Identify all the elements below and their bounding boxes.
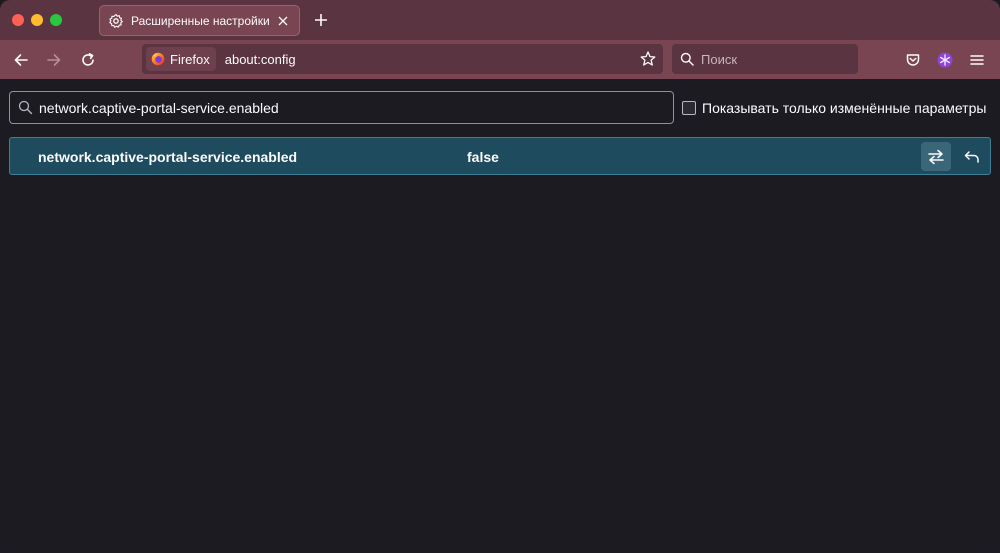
search-placeholder: Поиск xyxy=(701,51,738,67)
tab-title: Расширенные настройки xyxy=(131,13,270,28)
table-row[interactable]: network.captive-portal-service.enabled f… xyxy=(9,137,991,175)
show-modified-toggle[interactable]: Показывать только изменённые параметры xyxy=(682,100,986,116)
navigation-toolbar: Firefox about:config Поиск xyxy=(0,40,1000,79)
undo-icon xyxy=(964,150,980,164)
reload-icon[interactable] xyxy=(77,49,99,71)
new-tab-icon[interactable] xyxy=(312,11,330,29)
preference-value[interactable]: false xyxy=(467,149,499,165)
toggle-button[interactable] xyxy=(921,142,951,171)
tab-strip: Расширенные настройки xyxy=(0,0,1000,40)
hamburger-menu-icon[interactable] xyxy=(966,49,988,71)
preference-search-input[interactable] xyxy=(39,99,659,116)
preference-filter[interactable] xyxy=(9,91,674,124)
firefox-logo-icon xyxy=(151,52,165,66)
identity-box[interactable]: Firefox xyxy=(146,47,216,71)
tab-advanced-settings[interactable]: Расширенные настройки xyxy=(99,5,300,36)
pocket-icon[interactable] xyxy=(902,49,924,71)
minimize-window-button[interactable] xyxy=(31,14,43,26)
search-icon xyxy=(680,52,694,66)
show-modified-checkbox[interactable] xyxy=(682,101,696,115)
identity-label: Firefox xyxy=(170,51,210,67)
about-config-page: Показывать только изменённые параметры n… xyxy=(0,79,1000,553)
search-icon xyxy=(18,100,33,115)
browser-window: Расширенные настройки Firefox about:conf… xyxy=(0,0,1000,553)
bookmark-star-icon[interactable] xyxy=(639,50,657,68)
toggle-arrows-icon xyxy=(927,149,945,165)
show-modified-label: Показывать только изменённые параметры xyxy=(702,100,987,116)
close-tab-icon[interactable] xyxy=(275,13,291,29)
close-window-button[interactable] xyxy=(12,14,24,26)
extension-icon[interactable] xyxy=(934,49,956,71)
url-bar[interactable]: Firefox about:config xyxy=(142,44,663,74)
url-text[interactable]: about:config xyxy=(225,52,639,67)
search-bar[interactable]: Поиск xyxy=(672,44,858,74)
gear-icon xyxy=(108,13,124,29)
preference-name: network.captive-portal-service.enabled xyxy=(38,149,298,165)
reset-button[interactable] xyxy=(957,142,987,171)
back-icon[interactable] xyxy=(10,49,32,71)
forward-icon[interactable] xyxy=(43,49,65,71)
maximize-window-button[interactable] xyxy=(50,14,62,26)
